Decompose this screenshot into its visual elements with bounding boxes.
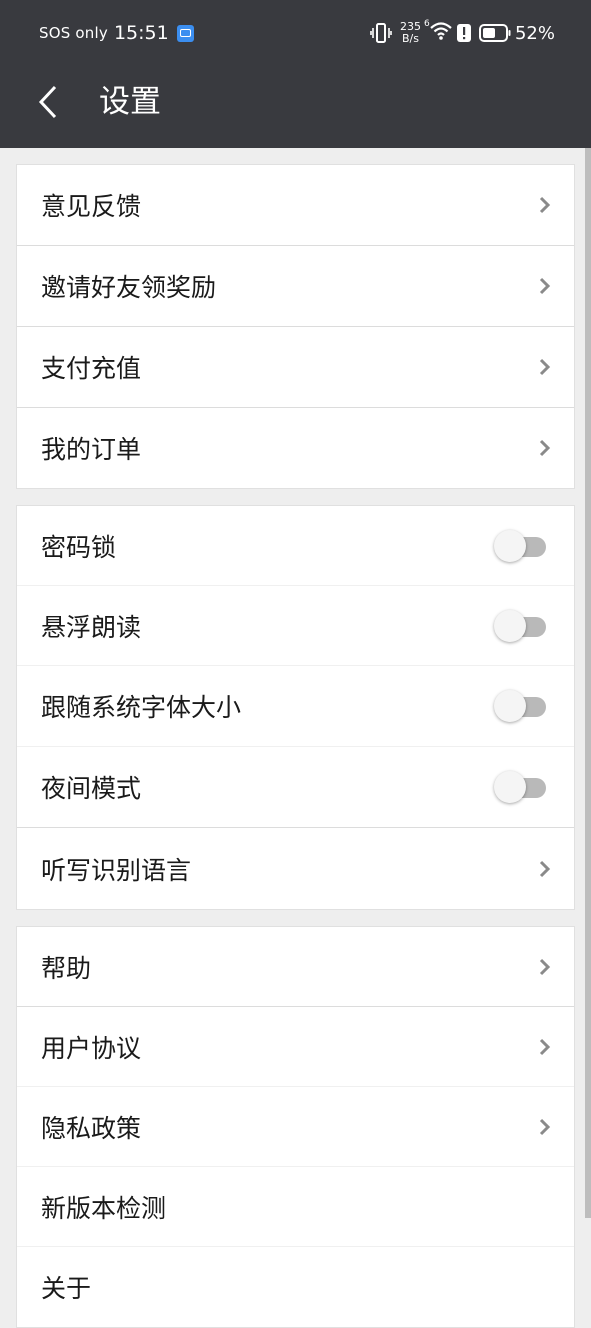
help-label: 帮助 (41, 953, 92, 983)
toggle-thumb (494, 609, 526, 642)
wifi-group: 6 (424, 19, 457, 45)
back-button[interactable] (28, 82, 68, 122)
my-orders-label: 我的订单 (41, 435, 142, 464)
wifi-gen-label: 6 (423, 19, 430, 29)
payment-recharge-label: 支付充值 (41, 354, 142, 383)
dictation-language-item[interactable]: 听写识别语言 (17, 828, 574, 909)
back-arrow-icon (38, 85, 57, 119)
chevron-right-icon (539, 439, 551, 457)
settings-list: 意见反馈 邀请好友领奖励 支付充值 我的订单 密码锁 悬浮朗读 跟随系统字体大小… (16, 148, 575, 1328)
password-lock-label: 密码锁 (41, 532, 117, 562)
floating-read-label: 悬浮朗读 (41, 612, 142, 642)
toggle-thumb (494, 529, 526, 562)
help-item[interactable]: 帮助 (17, 927, 574, 1007)
about-item[interactable]: 关于 (17, 1247, 574, 1327)
about-label: 关于 (41, 1274, 92, 1303)
toggle-thumb (494, 771, 526, 803)
dictation-language-label: 听写识别语言 (41, 855, 192, 885)
wifi-icon (430, 22, 452, 40)
feedback-item[interactable]: 意见反馈 (17, 165, 574, 246)
status-right: 235 B/s 6 52% (370, 18, 555, 48)
battery-icon (478, 24, 511, 42)
password-lock-toggle[interactable] (494, 529, 548, 563)
net-speed-unit: B/s (401, 32, 419, 45)
alert-icon (456, 24, 471, 42)
translate-app-icon (176, 24, 194, 42)
chevron-right-icon (539, 958, 551, 975)
chevron-right-icon (539, 1118, 551, 1135)
check-update-item[interactable]: 新版本检测 (17, 1167, 574, 1247)
system-font-size-toggle[interactable] (494, 689, 548, 723)
floating-read-toggle[interactable] (494, 609, 548, 643)
chevron-right-icon (539, 1038, 551, 1055)
scrollbar[interactable] (585, 148, 591, 1218)
invite-friends-item[interactable]: 邀请好友领奖励 (17, 246, 574, 327)
feedback-label: 意见反馈 (41, 192, 142, 221)
privacy-policy-label: 隐私政策 (41, 1113, 142, 1143)
status-bar: SOS only 15:51 235 B/s 6 52% (0, 0, 591, 66)
clock: 15:51 (113, 22, 169, 44)
night-mode-label: 夜间模式 (41, 774, 142, 803)
payment-recharge-item[interactable]: 支付充值 (17, 327, 574, 408)
settings-group-about: 帮助 用户协议 隐私政策 新版本检测 关于 (16, 926, 575, 1328)
night-mode-toggle[interactable] (494, 770, 548, 804)
toggle-thumb (494, 690, 526, 722)
user-agreement-label: 用户协议 (41, 1033, 142, 1063)
carrier-text: SOS only (39, 24, 108, 42)
check-update-label: 新版本检测 (41, 1193, 167, 1223)
privacy-policy-item[interactable]: 隐私政策 (17, 1087, 574, 1167)
system-font-size-label: 跟随系统字体大小 (41, 693, 242, 722)
title-bar: 设置 (0, 66, 591, 148)
page-title: 设置 (99, 84, 161, 120)
battery-percent: 52% (514, 22, 555, 44)
system-font-size-item: 跟随系统字体大小 (17, 666, 574, 747)
night-mode-item: 夜间模式 (17, 747, 574, 828)
floating-read-item: 悬浮朗读 (17, 586, 574, 666)
password-lock-item: 密码锁 (17, 506, 574, 586)
chevron-right-icon (539, 196, 551, 214)
chevron-right-icon (539, 860, 551, 877)
my-orders-item[interactable]: 我的订单 (17, 408, 574, 488)
status-left: SOS only 15:51 (39, 20, 194, 46)
chevron-right-icon (539, 358, 551, 376)
invite-friends-label: 邀请好友领奖励 (41, 273, 217, 302)
settings-group-account: 意见反馈 邀请好友领奖励 支付充值 我的订单 (16, 164, 575, 489)
net-speed: 235 B/s (400, 21, 421, 45)
chevron-right-icon (539, 277, 551, 295)
vibrate-icon (370, 23, 392, 43)
user-agreement-item[interactable]: 用户协议 (17, 1007, 574, 1087)
settings-group-preferences: 密码锁 悬浮朗读 跟随系统字体大小 夜间模式 听写识别语言 (16, 505, 575, 910)
